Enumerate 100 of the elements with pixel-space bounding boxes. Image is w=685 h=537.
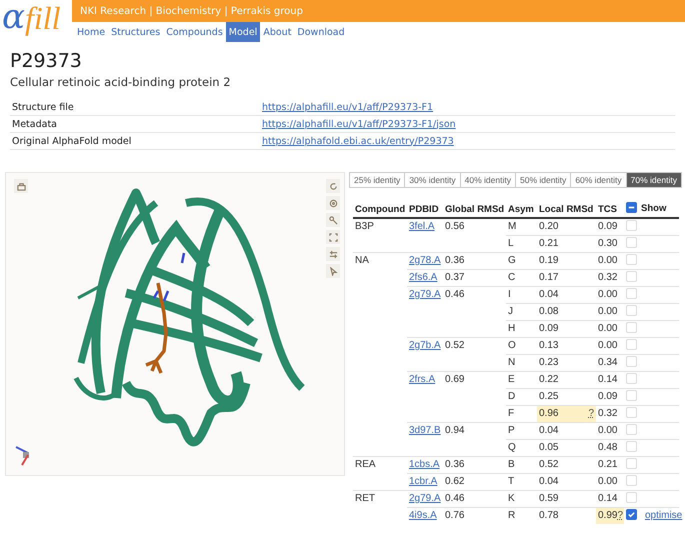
asym-id: K (508, 493, 515, 504)
local-rmsd-value: 0.09 (539, 323, 558, 334)
warning-mark: ? (588, 407, 594, 421)
warning-mark: ? (617, 510, 624, 521)
local-rmsd-value: 0.52 (539, 459, 558, 470)
fullscreen-button[interactable] (326, 230, 340, 244)
asym-id: E (508, 374, 515, 385)
pdbid-link[interactable]: 1cbr.A (409, 476, 438, 487)
tcs-value: 0.32 (598, 272, 618, 283)
tcs-value: 0.00 (598, 255, 618, 266)
alphafill-logo[interactable]: αfill (0, 0, 72, 34)
check-icon (627, 510, 636, 519)
asym-id: L (508, 238, 514, 249)
pdbid-link[interactable]: 1cbs.A (409, 459, 440, 470)
tcs-value: 0.14 (598, 374, 618, 385)
tcs-value: 0.48 (598, 442, 618, 453)
asym-id: H (508, 323, 516, 334)
global-rmsd-value: 0.36 (445, 459, 464, 470)
target-icon (328, 198, 338, 208)
pdbid-link[interactable]: 4i9s.A (409, 510, 437, 521)
tools-button[interactable] (326, 213, 340, 227)
info-label: Original AlphaFold model (10, 133, 262, 150)
pdbid-link[interactable]: 2g7b.A (409, 340, 441, 351)
pdbid-link[interactable]: 3fel.A (409, 221, 435, 232)
asym-id: B (508, 459, 515, 470)
asym-id: M (508, 221, 516, 232)
column-header: Local RMSd (537, 201, 596, 218)
show-all-checkbox[interactable] (626, 202, 637, 212)
asym-id: C (508, 272, 516, 283)
asym-id: F (508, 408, 514, 419)
pdbid-link[interactable]: 2g79.A (409, 493, 441, 504)
select-button[interactable] (326, 264, 340, 278)
info-link[interactable]: https://alphafold.ebi.ac.uk/entry/P29373 (262, 133, 675, 150)
identity-tab[interactable]: 50% identity (514, 172, 572, 188)
info-link[interactable]: https://alphafill.eu/v1/aff/P29373-F1 (262, 99, 675, 116)
sliders-icon (328, 250, 338, 258)
reset-button[interactable] (326, 179, 340, 193)
pdbid-link[interactable]: 2g78.A (409, 255, 441, 266)
tcs-value: 0.00 (598, 340, 618, 351)
show-checkbox[interactable] (626, 508, 637, 520)
pdbid-link[interactable]: 2g79.A (409, 289, 441, 300)
asym-id: T (508, 476, 514, 487)
tcs-value: 0.09 (598, 221, 618, 232)
info-link[interactable]: https://alphafill.eu/v1/aff/P29373-F1/json (262, 116, 675, 133)
optimise-link[interactable]: optimise (645, 510, 682, 521)
local-rmsd-value: 0.04 (539, 289, 558, 300)
tcs-value: 0.21 (598, 459, 618, 470)
global-rmsd-value: 0.37 (445, 272, 464, 283)
cursor-icon (328, 266, 338, 276)
global-rmsd-value: 0.56 (445, 221, 464, 232)
local-rmsd-value: 0.20 (539, 221, 558, 232)
column-header: PDBID (407, 201, 443, 218)
viewer-toggle-button[interactable] (14, 179, 28, 193)
asym-id: N (508, 357, 516, 368)
focus-button[interactable] (326, 196, 340, 210)
pdbid-link[interactable]: 2fs6.A (409, 272, 438, 283)
pdbid-link[interactable]: 2frs.A (409, 374, 436, 385)
identity-tab[interactable]: 60% identity (570, 172, 627, 188)
page-title: P29373 (10, 50, 83, 72)
local-rmsd-value: 0.04 (539, 476, 558, 487)
nav-link[interactable]: Download (294, 22, 348, 42)
local-rmsd-value: 0.59 (539, 493, 558, 504)
tcs-value: 0.00 (598, 425, 618, 436)
tcs-value: 0.14 (598, 493, 618, 504)
asym-id: O (508, 340, 516, 351)
global-rmsd-value: 0.76 (445, 510, 464, 521)
asym-id: Q (508, 442, 516, 453)
tcs-value: 0.00 (598, 476, 618, 487)
info-label: Metadata (10, 116, 262, 133)
structure-viewer[interactable] (5, 172, 345, 476)
identity-tab[interactable]: 70% identity (626, 172, 682, 188)
nav-link[interactable]: Home (74, 22, 108, 42)
identity-tab[interactable]: 40% identity (460, 172, 516, 188)
local-rmsd-value: 0.23 (539, 357, 558, 368)
expand-icon (328, 232, 338, 242)
tcs-value: 0.32 (598, 408, 618, 419)
nav-link[interactable]: About (260, 22, 294, 42)
global-rmsd-value: 0.69 (445, 374, 464, 385)
nav-link[interactable]: Model (226, 22, 260, 42)
axes-icon (14, 445, 32, 467)
local-rmsd-value: 0.25 (539, 391, 558, 402)
settings-button[interactable] (326, 247, 340, 261)
asym-id: J (508, 306, 513, 317)
column-header: Global RMSd (443, 201, 506, 218)
identity-tab[interactable]: 25% identity (349, 172, 406, 188)
column-header: TCS (596, 201, 624, 218)
global-rmsd-value: 0.46 (445, 493, 464, 504)
asym-id: P (508, 425, 515, 436)
column-header: Show (641, 202, 666, 214)
compound-name: NA (355, 255, 369, 266)
nav-link[interactable]: Structures (108, 22, 164, 42)
local-rmsd-value: 0.96 (539, 408, 558, 419)
global-rmsd-value: 0.36 (445, 255, 464, 266)
tcs-value: 0.09 (598, 391, 618, 402)
pdbid-link[interactable]: 3d97.B (409, 425, 441, 436)
identity-tab[interactable]: 30% identity (404, 172, 461, 188)
nav-link[interactable]: Compounds (163, 22, 226, 42)
tcs-value: 0.00 (598, 323, 618, 334)
tcs-value: 0.99 (598, 510, 618, 521)
global-rmsd-value: 0.46 (445, 289, 464, 300)
